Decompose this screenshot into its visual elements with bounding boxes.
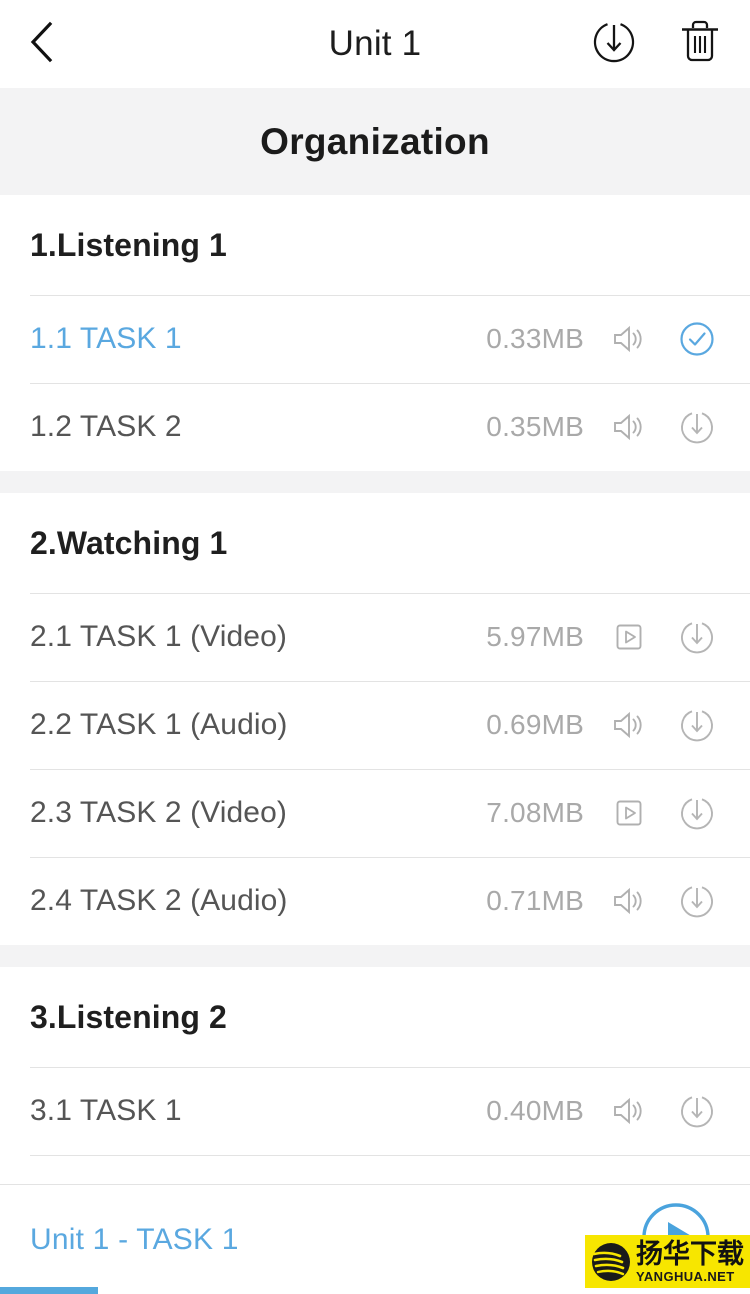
row-title: 1.2 TASK 2 [30, 410, 182, 443]
speaker-icon[interactable] [606, 1096, 652, 1126]
row-title: 2.1 TASK 1 (Video) [30, 620, 287, 653]
row-title: 1.1 TASK 1 [30, 322, 182, 355]
app-screen: Unit 1 Organization 1.Listening 1 1.1 TA… [0, 0, 750, 1294]
top-navbar: Unit 1 [0, 0, 750, 88]
row-title: 2.3 TASK 2 (Video) [30, 796, 287, 829]
table-row[interactable]: 3.1 TASK 1 0.40MB [0, 1067, 750, 1155]
trash-icon [678, 19, 722, 70]
check-circle-icon[interactable] [674, 321, 720, 357]
row-meta: 0.69MB [486, 707, 720, 743]
playback-progress-fill [0, 1287, 98, 1294]
back-button[interactable] [26, 14, 78, 74]
table-row[interactable]: 1.2 TASK 2 0.35MB [0, 383, 750, 471]
row-size: 0.33MB [486, 323, 584, 354]
organization-title: Organization [260, 120, 490, 162]
video-play-icon[interactable] [606, 621, 652, 653]
speaker-icon[interactable] [606, 886, 652, 916]
download-circle-icon[interactable] [674, 409, 720, 445]
download-circle-icon [591, 19, 637, 70]
row-size: 0.71MB [486, 885, 584, 916]
player-track-title: Unit 1 - TASK 1 [30, 1222, 239, 1256]
section-header-label: 3.Listening 2 [30, 998, 227, 1035]
table-row[interactable]: 2.3 TASK 2 (Video) 7.08MB [0, 769, 750, 857]
section-header: 3.Listening 2 [0, 967, 750, 1067]
speaker-icon[interactable] [606, 324, 652, 354]
chevron-left-icon [26, 18, 56, 71]
list-bottom-divider [0, 1155, 750, 1156]
yanghua-logo-icon [589, 1240, 633, 1284]
section-listening-2: 3.Listening 2 3.1 TASK 1 0.40MB [0, 967, 750, 1156]
row-title: 3.1 TASK 1 [30, 1094, 182, 1127]
download-circle-icon[interactable] [674, 619, 720, 655]
section-header: 2.Watching 1 [0, 493, 750, 593]
watermark-text: 扬华下载 YANGHUA.NET [636, 1241, 744, 1283]
row-size: 5.97MB [486, 621, 584, 652]
section-header-label: 2.Watching 1 [30, 524, 228, 561]
section-separator [0, 945, 750, 967]
row-title: 2.2 TASK 1 (Audio) [30, 708, 288, 741]
section-listening-1: 1.Listening 1 1.1 TASK 1 0.33MB 1.2 TASK… [0, 195, 750, 471]
row-meta: 0.33MB [486, 321, 720, 357]
section-watching-1: 2.Watching 1 2.1 TASK 1 (Video) 5.97MB 2… [0, 493, 750, 945]
download-all-button[interactable] [590, 20, 638, 68]
row-meta: 0.35MB [486, 409, 720, 445]
table-row[interactable]: 2.1 TASK 1 (Video) 5.97MB [0, 593, 750, 681]
row-meta: 7.08MB [486, 795, 720, 831]
navbar-actions [590, 20, 724, 68]
download-circle-icon[interactable] [674, 1093, 720, 1129]
row-size: 0.69MB [486, 709, 584, 740]
row-size: 7.08MB [486, 797, 584, 828]
row-size: 0.35MB [486, 411, 584, 442]
download-circle-icon[interactable] [674, 883, 720, 919]
section-header: 1.Listening 1 [0, 195, 750, 295]
video-play-icon[interactable] [606, 797, 652, 829]
table-row[interactable]: 2.4 TASK 2 (Audio) 0.71MB [0, 857, 750, 945]
speaker-icon[interactable] [606, 710, 652, 740]
watermark-badge: 扬华下载 YANGHUA.NET [585, 1235, 750, 1288]
row-meta: 5.97MB [486, 619, 720, 655]
table-row[interactable]: 2.2 TASK 1 (Audio) 0.69MB [0, 681, 750, 769]
section-header-label: 1.Listening 1 [30, 226, 227, 263]
speaker-icon[interactable] [606, 412, 652, 442]
download-circle-icon[interactable] [674, 707, 720, 743]
row-meta: 0.71MB [486, 883, 720, 919]
row-meta: 0.40MB [486, 1093, 720, 1129]
organization-band: Organization [0, 88, 750, 195]
playback-progress-bar[interactable] [0, 1287, 750, 1294]
row-title: 2.4 TASK 2 (Audio) [30, 884, 288, 917]
table-row[interactable]: 1.1 TASK 1 0.33MB [0, 295, 750, 383]
download-circle-icon[interactable] [674, 795, 720, 831]
content-list: 1.Listening 1 1.1 TASK 1 0.33MB 1.2 TASK… [0, 195, 750, 1156]
row-size: 0.40MB [486, 1095, 584, 1126]
watermark-en-label: YANGHUA.NET [636, 1268, 735, 1284]
section-separator [0, 471, 750, 493]
watermark-cn-label: 扬华下载 [636, 1238, 744, 1270]
delete-button[interactable] [676, 20, 724, 68]
